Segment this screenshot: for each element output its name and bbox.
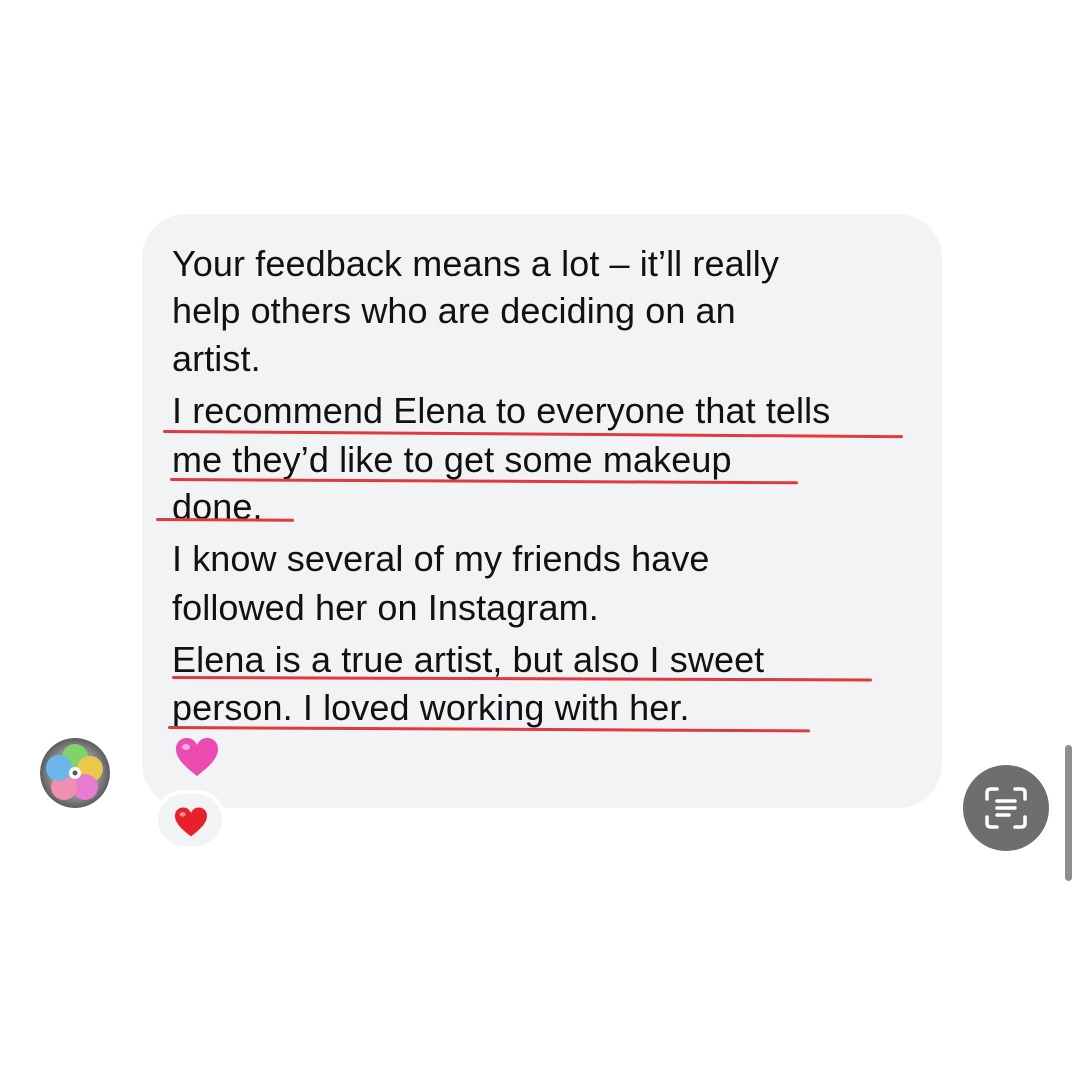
message-line: I recommend Elena to everyone that tells	[172, 390, 831, 431]
pink-heart-shine	[182, 744, 190, 750]
scan-text-button[interactable]	[963, 765, 1049, 851]
reaction-badge[interactable]	[154, 790, 226, 850]
message-line: person. I loved working with her.	[172, 687, 690, 728]
red-heart-icon	[175, 807, 207, 837]
pink-heart-shape	[176, 738, 218, 776]
avatar[interactable]	[40, 738, 110, 808]
scan-text-icon	[985, 787, 1027, 829]
red-heart-shine	[179, 812, 186, 817]
message-line: artist.	[172, 338, 261, 379]
message-line: followed her on Instagram.	[172, 587, 599, 628]
red-heart-shape	[175, 807, 207, 837]
message-line: I know several of my friends have	[172, 538, 710, 579]
message-line: Elena is a true artist, but also I sweet	[172, 639, 765, 680]
message-line: me they’d like to get some makeup	[172, 439, 732, 480]
scan-text-lines	[995, 799, 1017, 817]
pink-heart-icon	[176, 738, 218, 776]
avatar-flower-image	[40, 738, 110, 808]
message-line: Your feedback means a lot – it’ll really	[172, 243, 779, 284]
scrollbar[interactable]	[1065, 745, 1072, 881]
message-line: help others who are deciding on an	[172, 290, 736, 331]
